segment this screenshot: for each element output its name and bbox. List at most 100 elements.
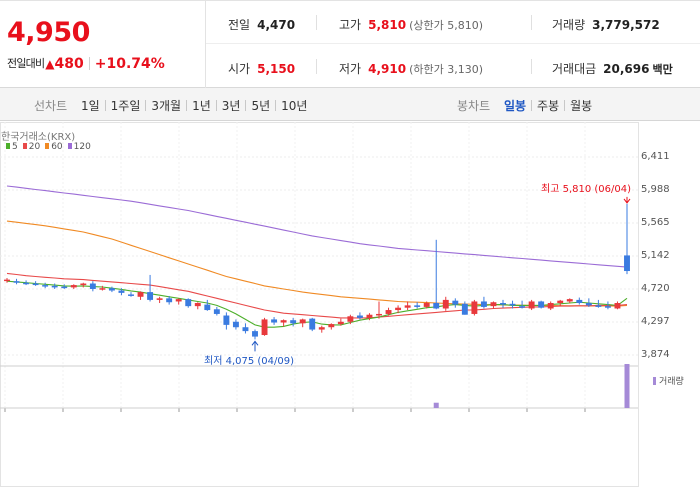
y-tick-label: 3,874 — [641, 349, 670, 360]
candle-body — [223, 315, 230, 325]
candle-body — [347, 316, 354, 322]
chart-canvas — [0, 122, 639, 487]
tab-divider — [104, 100, 106, 111]
stat-high: 고가 5,810 (상한가 5,810) — [339, 16, 483, 33]
candle-body — [51, 285, 58, 288]
low-annotation: 최저 4,075 (04/09) — [204, 356, 295, 367]
change-label: 전일대비 — [7, 57, 45, 70]
divider — [531, 15, 532, 30]
candle-body — [547, 303, 554, 309]
price-chart[interactable]: 한국거래소(KRX) 5 20 60 120 최고 5,810 (06/04) 최저 … — [0, 122, 700, 490]
candle-body — [108, 288, 115, 291]
candle-body — [185, 299, 192, 307]
candle-body — [404, 305, 411, 308]
y-tick-label: 4,297 — [641, 315, 670, 327]
tab-line-1[interactable]: 1주일 — [111, 99, 141, 113]
candle-body — [4, 279, 10, 282]
stats-row-1: 전일 4,470 고가 5,810 (상한가 5,810) 거래량 3,779,572 — [206, 1, 700, 44]
candle-body — [528, 301, 535, 309]
line-chart-tabs: 선차트 1일 1주일 3개월 1년 3년 5년 10년 — [34, 97, 307, 114]
y-tick-label: 5,142 — [641, 250, 670, 262]
ma60-line — [6, 220, 628, 307]
candle-body — [147, 292, 154, 300]
candle-body — [452, 300, 459, 305]
divider — [316, 15, 317, 30]
stat-label: 전일 — [228, 18, 251, 32]
tab-divider — [245, 100, 247, 111]
candle-body — [213, 309, 220, 314]
stat-label: 저가 — [339, 62, 362, 76]
divider — [531, 59, 532, 74]
candle-body — [557, 300, 564, 304]
candle-body — [614, 303, 621, 309]
stat-open: 시가 5,150 — [228, 60, 295, 77]
tab-divider — [186, 100, 188, 111]
candle-body — [480, 301, 487, 307]
tab-line-5[interactable]: 5년 — [251, 99, 270, 113]
tab-divider — [215, 100, 217, 111]
candle-body — [261, 319, 268, 336]
y-tick-label: 4,720 — [641, 282, 670, 294]
tab-line-4[interactable]: 3년 — [222, 99, 241, 113]
change-row: 전일대비▲480 +10.74% — [7, 55, 165, 72]
candle-body — [194, 303, 201, 307]
tab-divider — [145, 100, 147, 111]
change-value: 480 — [54, 56, 84, 72]
stat-label: 시가 — [228, 62, 251, 76]
legend-item-ma5: 5 — [6, 142, 18, 152]
candle-body — [356, 315, 363, 318]
volume-legend-label: 거래량 — [659, 377, 684, 387]
ma20-line — [6, 272, 628, 319]
tab-candle-1[interactable]: 주봉 — [537, 99, 559, 113]
candle-body — [461, 303, 468, 315]
change-percent: +10.74% — [94, 56, 165, 72]
legend-swatch — [67, 143, 72, 149]
candle-body — [385, 310, 392, 314]
candle-body — [299, 319, 306, 324]
candle-body — [595, 305, 602, 307]
stat-value: 5,150 — [257, 62, 296, 76]
candle-body — [61, 286, 68, 289]
candle-body — [519, 306, 526, 308]
candle-body — [156, 298, 163, 300]
stat-volume: 거래량 3,779,572 — [552, 16, 660, 33]
legend-item-ma20: 20 — [22, 142, 40, 152]
candle-body — [337, 321, 344, 325]
candle-body — [433, 303, 440, 309]
stat-label: 거래대금 — [552, 62, 597, 76]
candle-body — [204, 304, 211, 311]
tab-candle-0[interactable]: 일봉 — [504, 99, 526, 113]
volume-bar — [433, 402, 439, 408]
price-header: 4,950 전일대비▲480 +10.74% 전일 4,470 고가 5,810 (상한… — [0, 0, 700, 88]
candle-body — [366, 314, 373, 318]
tab-line-6[interactable]: 10년 — [281, 99, 307, 113]
candle-body — [280, 320, 287, 323]
candle-body — [423, 303, 430, 307]
candle-body — [395, 307, 402, 311]
candle-body — [32, 283, 39, 286]
candle-body — [80, 283, 87, 286]
candle-body — [137, 292, 144, 297]
stat-unit: 백만 — [652, 63, 673, 76]
candle-body — [490, 302, 497, 307]
candle-body — [585, 303, 592, 306]
stat-low: 저가 4,910 (하한가 3,130) — [339, 60, 483, 77]
candle-body — [328, 324, 335, 328]
candle-body — [252, 331, 258, 337]
candle-body — [566, 299, 573, 302]
tab-line-0[interactable]: 1일 — [81, 99, 100, 113]
high-marker-arrow — [623, 196, 631, 204]
volume-bar — [624, 364, 630, 408]
tab-line-3[interactable]: 1년 — [192, 99, 211, 113]
candle-body — [376, 313, 382, 316]
candle-body — [442, 299, 449, 309]
stat-value: 5,810 — [368, 18, 407, 32]
legend-label: 120 — [73, 142, 91, 152]
stats-row-2: 시가 5,150 저가 4,910 (하한가 3,130) 거래대금 20,696 백만 — [206, 45, 700, 88]
tab-candle-2[interactable]: 월봉 — [570, 99, 592, 113]
legend-swatch — [6, 143, 10, 149]
legend-swatch — [22, 143, 27, 149]
stat-sub: (상한가 5,810) — [409, 19, 483, 32]
tab-line-2[interactable]: 3개월 — [151, 99, 181, 113]
legend-label: 60 — [51, 142, 63, 152]
